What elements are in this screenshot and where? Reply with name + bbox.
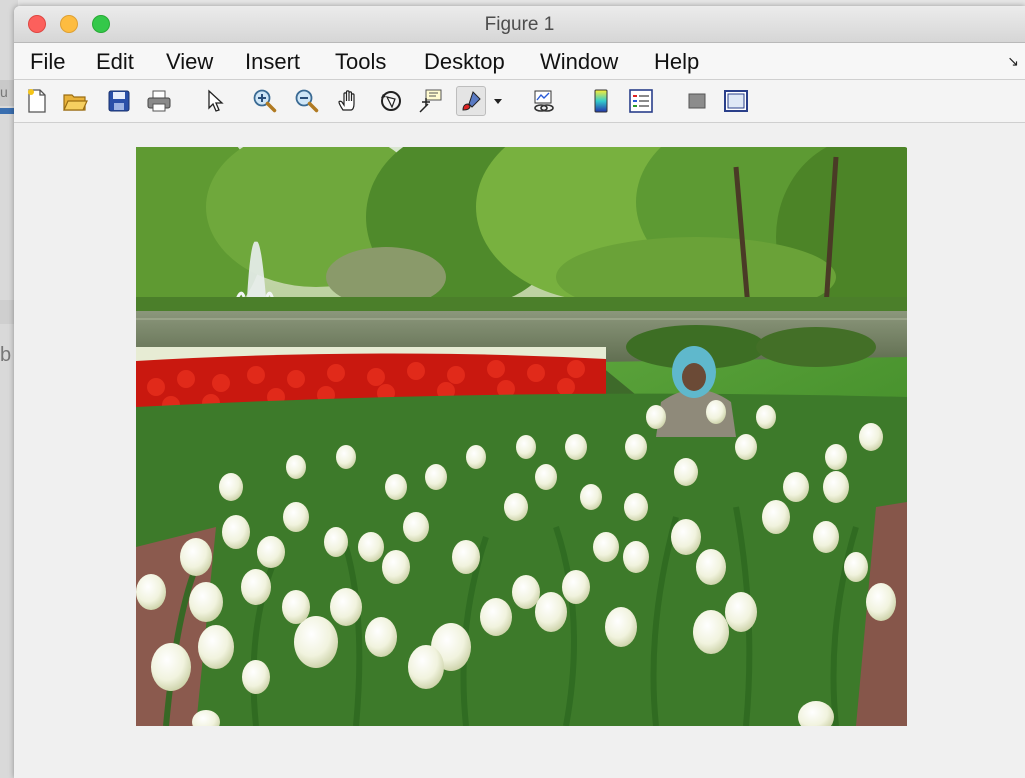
legend-icon[interactable] (626, 86, 656, 116)
hide-plot-tools-icon[interactable] (682, 86, 712, 116)
menu-view[interactable]: View (166, 49, 213, 75)
edit-plot-arrow-icon[interactable] (200, 86, 230, 116)
colorbar-icon[interactable] (586, 86, 616, 116)
menu-edit[interactable]: Edit (96, 49, 134, 75)
link-plot-icon[interactable] (530, 86, 560, 116)
pan-hand-icon[interactable] (334, 86, 364, 116)
menu-window[interactable]: Window (540, 49, 618, 75)
brush-dropdown-icon[interactable] (490, 86, 506, 116)
title-bar[interactable]: Figure 1 (14, 6, 1025, 43)
dock-arrow-icon[interactable]: ↘ (1007, 53, 1019, 70)
menu-desktop[interactable]: Desktop (424, 49, 505, 75)
new-figure-icon[interactable] (22, 86, 52, 116)
zoom-out-icon[interactable] (292, 86, 322, 116)
background-window-text: b (0, 344, 12, 366)
window-title: Figure 1 (484, 14, 555, 35)
save-icon[interactable] (104, 86, 134, 116)
data-cursor-icon[interactable] (416, 86, 446, 116)
menu-insert[interactable]: Insert (245, 49, 300, 75)
tulip-garden-photo (136, 147, 907, 726)
show-plot-tools-icon[interactable] (721, 86, 751, 116)
open-file-icon[interactable] (60, 86, 90, 116)
menu-help[interactable]: Help (654, 49, 699, 75)
figure-window: Figure 1 File Edit View Insert Tools Des… (14, 6, 1025, 778)
zoom-in-icon[interactable] (250, 86, 280, 116)
axes-image[interactable] (136, 147, 907, 726)
print-icon[interactable] (144, 86, 174, 116)
brush-icon[interactable] (456, 86, 486, 116)
background-window-text: u (0, 84, 8, 100)
figure-toolbar (14, 80, 1025, 123)
figure-canvas (14, 123, 1025, 778)
menu-file[interactable]: File (30, 49, 65, 75)
menu-bar: File Edit View Insert Tools Desktop Wind… (14, 43, 1025, 80)
menu-tools[interactable]: Tools (335, 49, 386, 75)
rotate-3d-icon[interactable] (376, 86, 406, 116)
